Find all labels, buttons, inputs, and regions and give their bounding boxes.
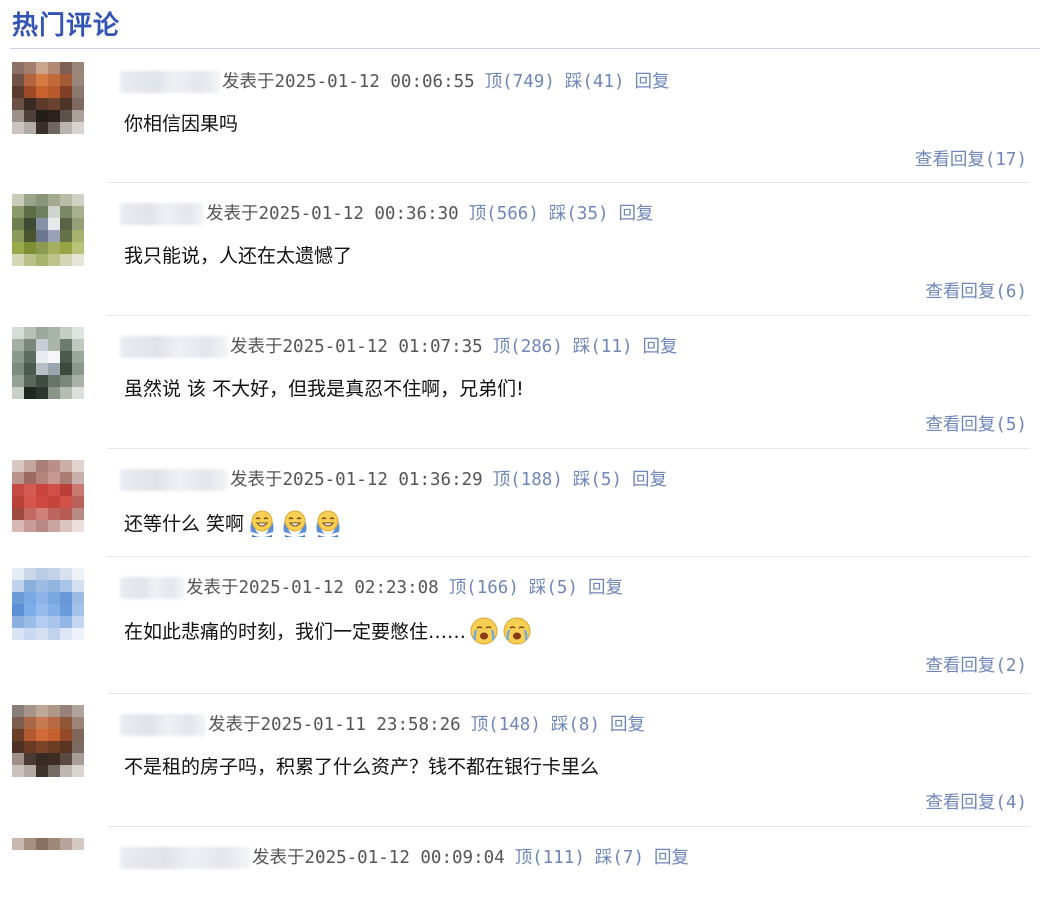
username-redacted[interactable] <box>120 577 184 599</box>
upvote-button[interactable]: 顶(166) <box>449 578 519 598</box>
crying-emoji-icon <box>469 616 499 646</box>
timestamp: 2025-01-11 23:58:26 <box>260 715 461 735</box>
upvote-button[interactable]: 顶(286) <box>493 337 563 357</box>
laugh-cry-emoji-icon <box>247 508 277 538</box>
timestamp: 2025-01-12 02:23:08 <box>238 578 439 598</box>
username-redacted[interactable] <box>120 203 204 225</box>
downvote-button[interactable]: 踩(11) <box>573 337 633 357</box>
reply-button[interactable]: 回复 <box>610 715 645 735</box>
comment-text: 在如此悲痛的时刻，我们一定要憋住…… <box>124 616 532 646</box>
avatar[interactable] <box>12 327 84 399</box>
avatar[interactable] <box>12 194 84 266</box>
posted-label: 发表于 <box>230 470 283 490</box>
comment-divider <box>108 182 1030 183</box>
comment-meta: 发表于2025-01-12 00:36:30 顶(566) 踩(35) 回复 <box>120 200 654 228</box>
view-replies-link[interactable]: 查看回复(5) <box>925 411 1027 436</box>
avatar[interactable] <box>12 62 84 134</box>
comment-divider <box>108 826 1030 827</box>
view-replies-link[interactable]: 查看回复(4) <box>925 789 1027 814</box>
view-replies-link[interactable]: 查看回复(2) <box>925 652 1027 677</box>
reply-button[interactable]: 回复 <box>643 337 678 357</box>
comment-divider <box>108 448 1030 449</box>
upvote-button[interactable]: 顶(749) <box>485 72 555 92</box>
posted-label: 发表于 <box>208 715 261 735</box>
laugh-cry-emoji-icon <box>313 508 343 538</box>
reply-button[interactable]: 回复 <box>632 470 667 490</box>
downvote-button[interactable]: 踩(41) <box>565 72 625 92</box>
reply-button[interactable]: 回复 <box>654 848 689 868</box>
username-redacted[interactable] <box>120 469 228 491</box>
crying-emoji-icon <box>502 616 532 646</box>
view-replies-link[interactable]: 查看回复(6) <box>925 278 1027 303</box>
comment-meta: 发表于2025-01-12 01:07:35 顶(286) 踩(11) 回复 <box>120 333 678 361</box>
upvote-button[interactable]: 顶(111) <box>515 848 585 868</box>
comment-text-content: 我只能说，人还在太遗憾了 <box>124 245 353 267</box>
reply-button[interactable]: 回复 <box>635 72 670 92</box>
comment-meta: 发表于2025-01-12 00:09:04 顶(111) 踩(7) 回复 <box>120 844 689 872</box>
timestamp: 2025-01-12 01:07:35 <box>282 337 483 357</box>
upvote-button[interactable]: 顶(188) <box>493 470 563 490</box>
username-redacted[interactable] <box>120 847 250 869</box>
reply-button[interactable]: 回复 <box>619 204 654 224</box>
comment-text-content: 你相信因果吗 <box>124 113 239 135</box>
comment-text: 虽然说 该 不大好，但我是真忍不住啊，兄弟们! <box>124 375 524 403</box>
downvote-button[interactable]: 踩(8) <box>551 715 600 735</box>
comment-meta: 发表于2025-01-12 00:06:55 顶(749) 踩(41) 回复 <box>120 68 670 96</box>
comment-text-content: 虽然说 该 不大好，但我是真忍不住啊，兄弟们! <box>124 378 524 400</box>
comment-meta: 发表于2025-01-12 01:36:29 顶(188) 踩(5) 回复 <box>120 466 667 494</box>
comment-text: 还等什么 笑啊 <box>124 508 343 538</box>
comment-text-content: 还等什么 笑啊 <box>124 513 245 535</box>
posted-label: 发表于 <box>186 578 239 598</box>
comment-text: 你相信因果吗 <box>124 110 238 138</box>
comment-divider <box>108 315 1030 316</box>
posted-label: 发表于 <box>206 204 259 224</box>
username-redacted[interactable] <box>120 714 206 736</box>
posted-label: 发表于 <box>222 72 275 92</box>
avatar[interactable] <box>12 568 84 640</box>
downvote-button[interactable]: 踩(7) <box>595 848 644 868</box>
reply-button[interactable]: 回复 <box>588 578 623 598</box>
username-redacted[interactable] <box>120 71 220 93</box>
avatar[interactable] <box>12 460 84 532</box>
comment-text-content: 不是租的房子吗，积累了什么资产？钱不都在银行卡里么 <box>124 756 600 778</box>
view-replies-link[interactable]: 查看回复(17) <box>915 146 1027 171</box>
downvote-button[interactable]: 踩(35) <box>549 204 609 224</box>
downvote-button[interactable]: 踩(5) <box>529 578 578 598</box>
comment-divider <box>108 556 1030 557</box>
comment-meta: 发表于2025-01-12 02:23:08 顶(166) 踩(5) 回复 <box>120 574 623 602</box>
timestamp: 2025-01-12 00:06:55 <box>274 72 475 92</box>
timestamp: 2025-01-12 01:36:29 <box>282 470 483 490</box>
comment-text-content: 在如此悲痛的时刻，我们一定要憋住…… <box>124 621 467 643</box>
avatar[interactable] <box>12 705 84 777</box>
upvote-button[interactable]: 顶(566) <box>469 204 539 224</box>
username-redacted[interactable] <box>120 336 228 358</box>
comment-text: 我只能说，人还在太遗憾了 <box>124 242 352 270</box>
comment-divider <box>108 693 1030 694</box>
timestamp: 2025-01-12 00:09:04 <box>304 848 505 868</box>
comment-meta: 发表于2025-01-11 23:58:26 顶(148) 踩(8) 回复 <box>120 711 645 739</box>
avatar[interactable] <box>12 838 84 910</box>
upvote-button[interactable]: 顶(148) <box>471 715 541 735</box>
downvote-button[interactable]: 踩(5) <box>573 470 622 490</box>
comment-text: 不是租的房子吗，积累了什么资产？钱不都在银行卡里么 <box>124 753 599 781</box>
laugh-cry-emoji-icon <box>280 508 310 538</box>
posted-label: 发表于 <box>252 848 305 868</box>
comment-list: 发表于2025-01-12 00:06:55 顶(749) 踩(41) 回复 你相信因果… <box>0 0 1054 869</box>
timestamp: 2025-01-12 00:36:30 <box>258 204 459 224</box>
posted-label: 发表于 <box>230 337 283 357</box>
